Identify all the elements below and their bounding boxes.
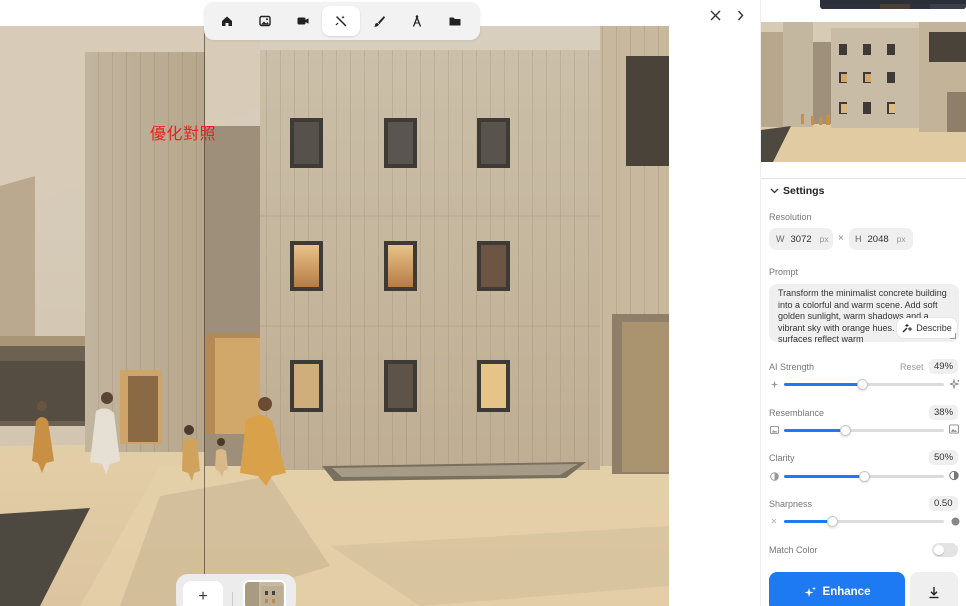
resemblance-slider[interactable]: [784, 425, 944, 436]
clarity-value: 50%: [929, 450, 959, 465]
sharpness-knob[interactable]: [827, 516, 838, 527]
thumbnail-image: [245, 582, 284, 606]
contrast-large-icon: [949, 470, 959, 480]
image-icon: [259, 15, 271, 27]
resemblance-value: 38%: [929, 405, 959, 420]
height-input[interactable]: H 2048 px: [849, 228, 913, 250]
height-unit: px: [896, 234, 906, 244]
dot-small-icon: [769, 516, 779, 526]
plus-icon: +: [198, 588, 208, 605]
sharpness-label: Sharpness: [769, 499, 813, 509]
clarity-fill: [784, 475, 864, 478]
top-toolbar: [204, 2, 480, 40]
ai-strength-value: 49%: [929, 359, 959, 374]
compare-label: 優化對照: [150, 124, 217, 143]
height-tag: H: [855, 234, 862, 244]
compass-button[interactable]: [398, 6, 436, 36]
magic-wand-icon: [335, 15, 347, 27]
sharpness-fill: [784, 520, 832, 523]
folder-icon: [449, 17, 461, 26]
image-canvas[interactable]: 優化對照: [0, 26, 669, 606]
image-small-icon: [769, 425, 779, 435]
enhance-label: Enhance: [822, 586, 871, 598]
brush-button[interactable]: [360, 6, 398, 36]
width-value: 3072: [790, 233, 812, 245]
video-camera-icon: [297, 17, 309, 25]
top-preview-image: [820, 4, 966, 9]
close-icon: [710, 10, 720, 20]
image-large-icon: [949, 424, 959, 434]
courtyard-image: [0, 26, 669, 606]
strip-divider: [232, 592, 233, 606]
contrast-small-icon: [769, 471, 779, 481]
resolution-label: Resolution: [769, 212, 812, 222]
top-preview-strip: [820, 0, 966, 9]
ai-strength-label: AI Strength: [769, 362, 815, 372]
sparkle-large-icon: [950, 379, 960, 389]
add-image-button[interactable]: +: [183, 581, 223, 606]
sharpness-value: 0.50: [929, 496, 958, 511]
width-tag: W: [776, 234, 785, 244]
compare-divider-handle[interactable]: [204, 26, 205, 606]
describe-button[interactable]: Describe: [897, 318, 957, 338]
resemblance-label: Resemblance: [769, 408, 825, 418]
video-button[interactable]: [284, 6, 322, 36]
settings-section-toggle[interactable]: Settings: [770, 185, 824, 197]
enhance-button[interactable]: Enhance: [769, 572, 905, 606]
chevron-right-icon: [737, 10, 743, 20]
result-preview-image: [761, 22, 966, 162]
clarity-label: Clarity: [769, 453, 795, 463]
match-color-label: Match Color: [769, 545, 818, 555]
folder-button[interactable]: [436, 6, 474, 36]
settings-title: Settings: [783, 185, 825, 197]
width-input[interactable]: W 3072 px: [769, 228, 833, 250]
describe-icon: [902, 324, 913, 333]
textarea-resize-handle[interactable]: [950, 333, 956, 339]
download-button[interactable]: [910, 572, 958, 606]
toggle-knob: [934, 545, 944, 555]
resolution-times: ×: [838, 233, 844, 244]
next-button[interactable]: [732, 6, 748, 24]
sparkle-small-icon: [769, 379, 779, 389]
image-button[interactable]: [246, 6, 284, 36]
width-unit: px: [819, 234, 829, 244]
sparkles-icon: [804, 586, 816, 597]
ai-strength-fill: [784, 383, 863, 386]
enhance-tool-button[interactable]: [322, 6, 360, 36]
download-icon: [929, 586, 939, 598]
sharpness-slider[interactable]: [784, 516, 944, 527]
ai-strength-slider[interactable]: [784, 379, 944, 390]
resemblance-knob[interactable]: [839, 425, 851, 436]
ai-strength-reset-link[interactable]: Reset: [900, 362, 924, 372]
strip-thumbnail[interactable]: [243, 580, 286, 606]
paint-brush-icon: [373, 16, 385, 27]
resemblance-fill: [784, 429, 845, 432]
chevron-down-icon: [770, 188, 779, 194]
home-icon: [222, 16, 232, 26]
result-preview[interactable]: [761, 22, 966, 162]
home-button[interactable]: [208, 6, 246, 36]
clarity-knob[interactable]: [859, 471, 870, 482]
app-window: 優化對照 + Settings Resolution W 3072 px × H…: [0, 0, 966, 606]
clarity-slider[interactable]: [784, 471, 944, 482]
height-value: 2048: [867, 233, 889, 245]
close-button[interactable]: [706, 6, 724, 24]
preview-divider: [761, 178, 966, 179]
describe-label: Describe: [916, 323, 952, 333]
prompt-label: Prompt: [769, 267, 799, 277]
drafting-compass-icon: [412, 15, 422, 27]
match-color-toggle[interactable]: [932, 543, 958, 557]
dot-large-icon: [950, 516, 960, 526]
